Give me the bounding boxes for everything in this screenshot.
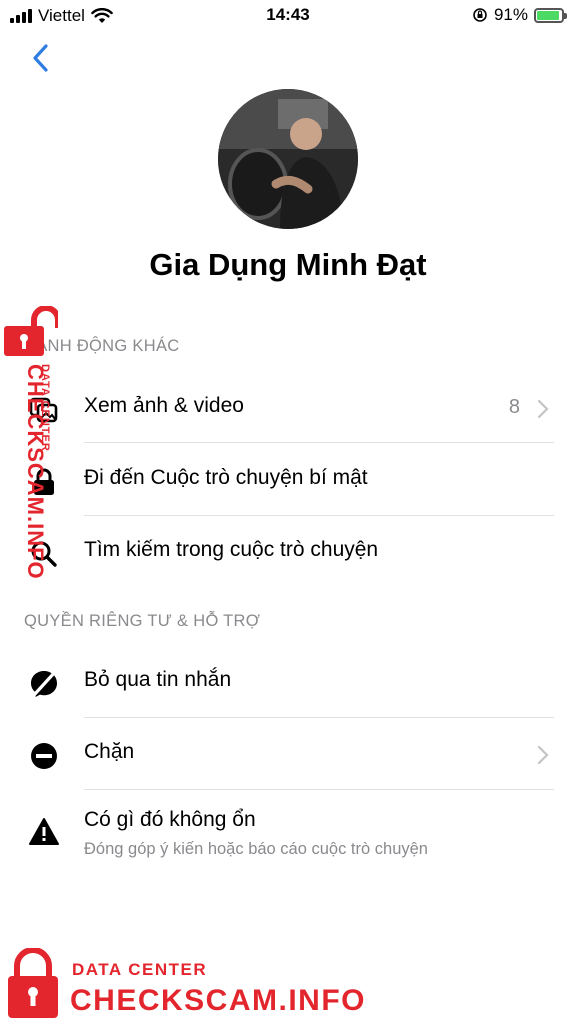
- watermark-lock-icon: [8, 948, 58, 1018]
- row-report-problem[interactable]: Có gì đó không ổn Đóng góp ý kiến hoặc b…: [0, 790, 576, 876]
- row-label: Tìm kiếm trong cuộc trò chuyện: [84, 538, 379, 561]
- watermark-vertical-small: DATA CENTER: [39, 364, 51, 452]
- section-header-privacy: QUYỀN RIÊNG TƯ & HỖ TRỢ: [24, 612, 261, 630]
- chevron-left-icon[interactable]: [26, 40, 58, 76]
- row-ignore-messages[interactable]: Bỏ qua tin nhắn: [0, 646, 576, 718]
- block-icon: [31, 743, 57, 769]
- row-label: Xem ảnh & video: [84, 394, 244, 417]
- watermark-small-text: DATA CENTER: [72, 960, 208, 979]
- orientation-lock-icon: [473, 8, 487, 22]
- row-view-photos-videos[interactable]: Xem ảnh & video 8: [0, 372, 576, 444]
- watermark-big-text: CHECKSCAM.INFO: [70, 984, 366, 1017]
- avatar-photo: [218, 89, 358, 229]
- watermark-vertical: CHECKSCAM.INFO DATA CENTER: [23, 364, 51, 580]
- watermark-lock-icon: [4, 306, 58, 356]
- battery-level: [537, 10, 559, 20]
- warning-icon: [29, 818, 59, 845]
- battery-charging-icon: [534, 7, 567, 23]
- row-block[interactable]: Chặn: [0, 718, 576, 790]
- row-label: Đi đến Cuộc trò chuyện bí mật: [84, 466, 368, 489]
- avatar[interactable]: [218, 89, 358, 229]
- row-label: Có gì đó không ổn: [84, 808, 256, 831]
- status-right: 91%: [472, 5, 567, 25]
- row-search-in-conversation[interactable]: Tìm kiếm trong cuộc trò chuyện: [0, 516, 576, 588]
- chevron-right-icon: [537, 399, 549, 419]
- row-subtitle: Đóng góp ý kiến hoặc báo cáo cuộc trò ch…: [84, 840, 428, 858]
- ignore-messages-icon: [31, 670, 57, 697]
- battery-percent: 91%: [493, 5, 528, 24]
- profile-name: Gia Dụng Minh Đạt: [149, 247, 427, 282]
- row-secret-conversation[interactable]: Đi đến Cuộc trò chuyện bí mật: [0, 444, 576, 516]
- row-label: Chặn: [84, 740, 135, 763]
- chevron-right-icon: [537, 745, 549, 765]
- divider: [84, 442, 554, 443]
- row-label: Bỏ qua tin nhắn: [84, 668, 232, 691]
- media-count: 8: [508, 396, 520, 418]
- status-bar: Viettel 14:43 91%: [0, 0, 576, 32]
